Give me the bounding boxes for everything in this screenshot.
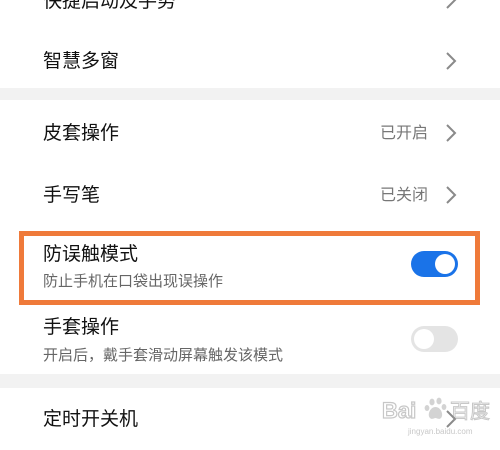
glove-mode-toggle[interactable] [411,326,458,352]
settings-item-label: 快捷启动及手势 [43,0,177,12]
settings-item-quick-launch[interactable]: 快捷启动及手势 [0,0,500,14]
settings-item-glove-mode[interactable]: 手套操作 开启后，戴手套滑动屏幕触发该模式 [0,308,500,370]
settings-item-label: 皮套操作 [43,122,120,144]
svg-text:jingyan.baidu.com: jingyan.baidu.com [407,427,473,436]
settings-item-smart-multi-window[interactable]: 智慧多窗 [0,36,500,88]
toggle-knob [435,254,455,274]
chevron-right-icon [446,52,457,70]
settings-group-1: 快捷启动及手势 智慧多窗 [0,0,500,88]
chevron-right-icon [446,186,457,204]
baidu-watermark-logo: Bai 百度 jingyan.baidu.com [381,397,490,436]
settings-item-description: 开启后，戴手套滑动屏幕触发该模式 [43,346,284,364]
settings-item-description: 防止手机在口袋出现误操作 [43,272,224,290]
chevron-right-icon [446,124,457,142]
settings-group-2: 皮套操作 已开启 手写笔 已关闭 防误触模式 防止手机在口袋出现误操作 手套操作… [0,100,500,374]
toggle-knob [414,329,434,349]
settings-item-label: 定时开关机 [43,408,139,430]
svg-text:Bai: Bai [382,398,416,423]
status-text: 已开启 [379,123,428,142]
chevron-right-icon [446,0,457,9]
accidental-touch-toggle[interactable] [411,251,458,277]
settings-item-label: 手套操作 [43,316,120,338]
settings-item-label: 智慧多窗 [43,50,120,72]
settings-item-label: 手写笔 [43,184,101,206]
svg-text:百度: 百度 [450,399,490,423]
settings-item-cover-operation[interactable]: 皮套操作 已开启 [0,110,500,156]
settings-item-stylus[interactable]: 手写笔 已关闭 [0,172,500,218]
settings-item-label: 防误触模式 [43,243,139,265]
status-text: 已关闭 [379,185,428,204]
settings-item-accidental-touch-mode[interactable]: 防误触模式 防止手机在口袋出现误操作 [0,236,500,302]
